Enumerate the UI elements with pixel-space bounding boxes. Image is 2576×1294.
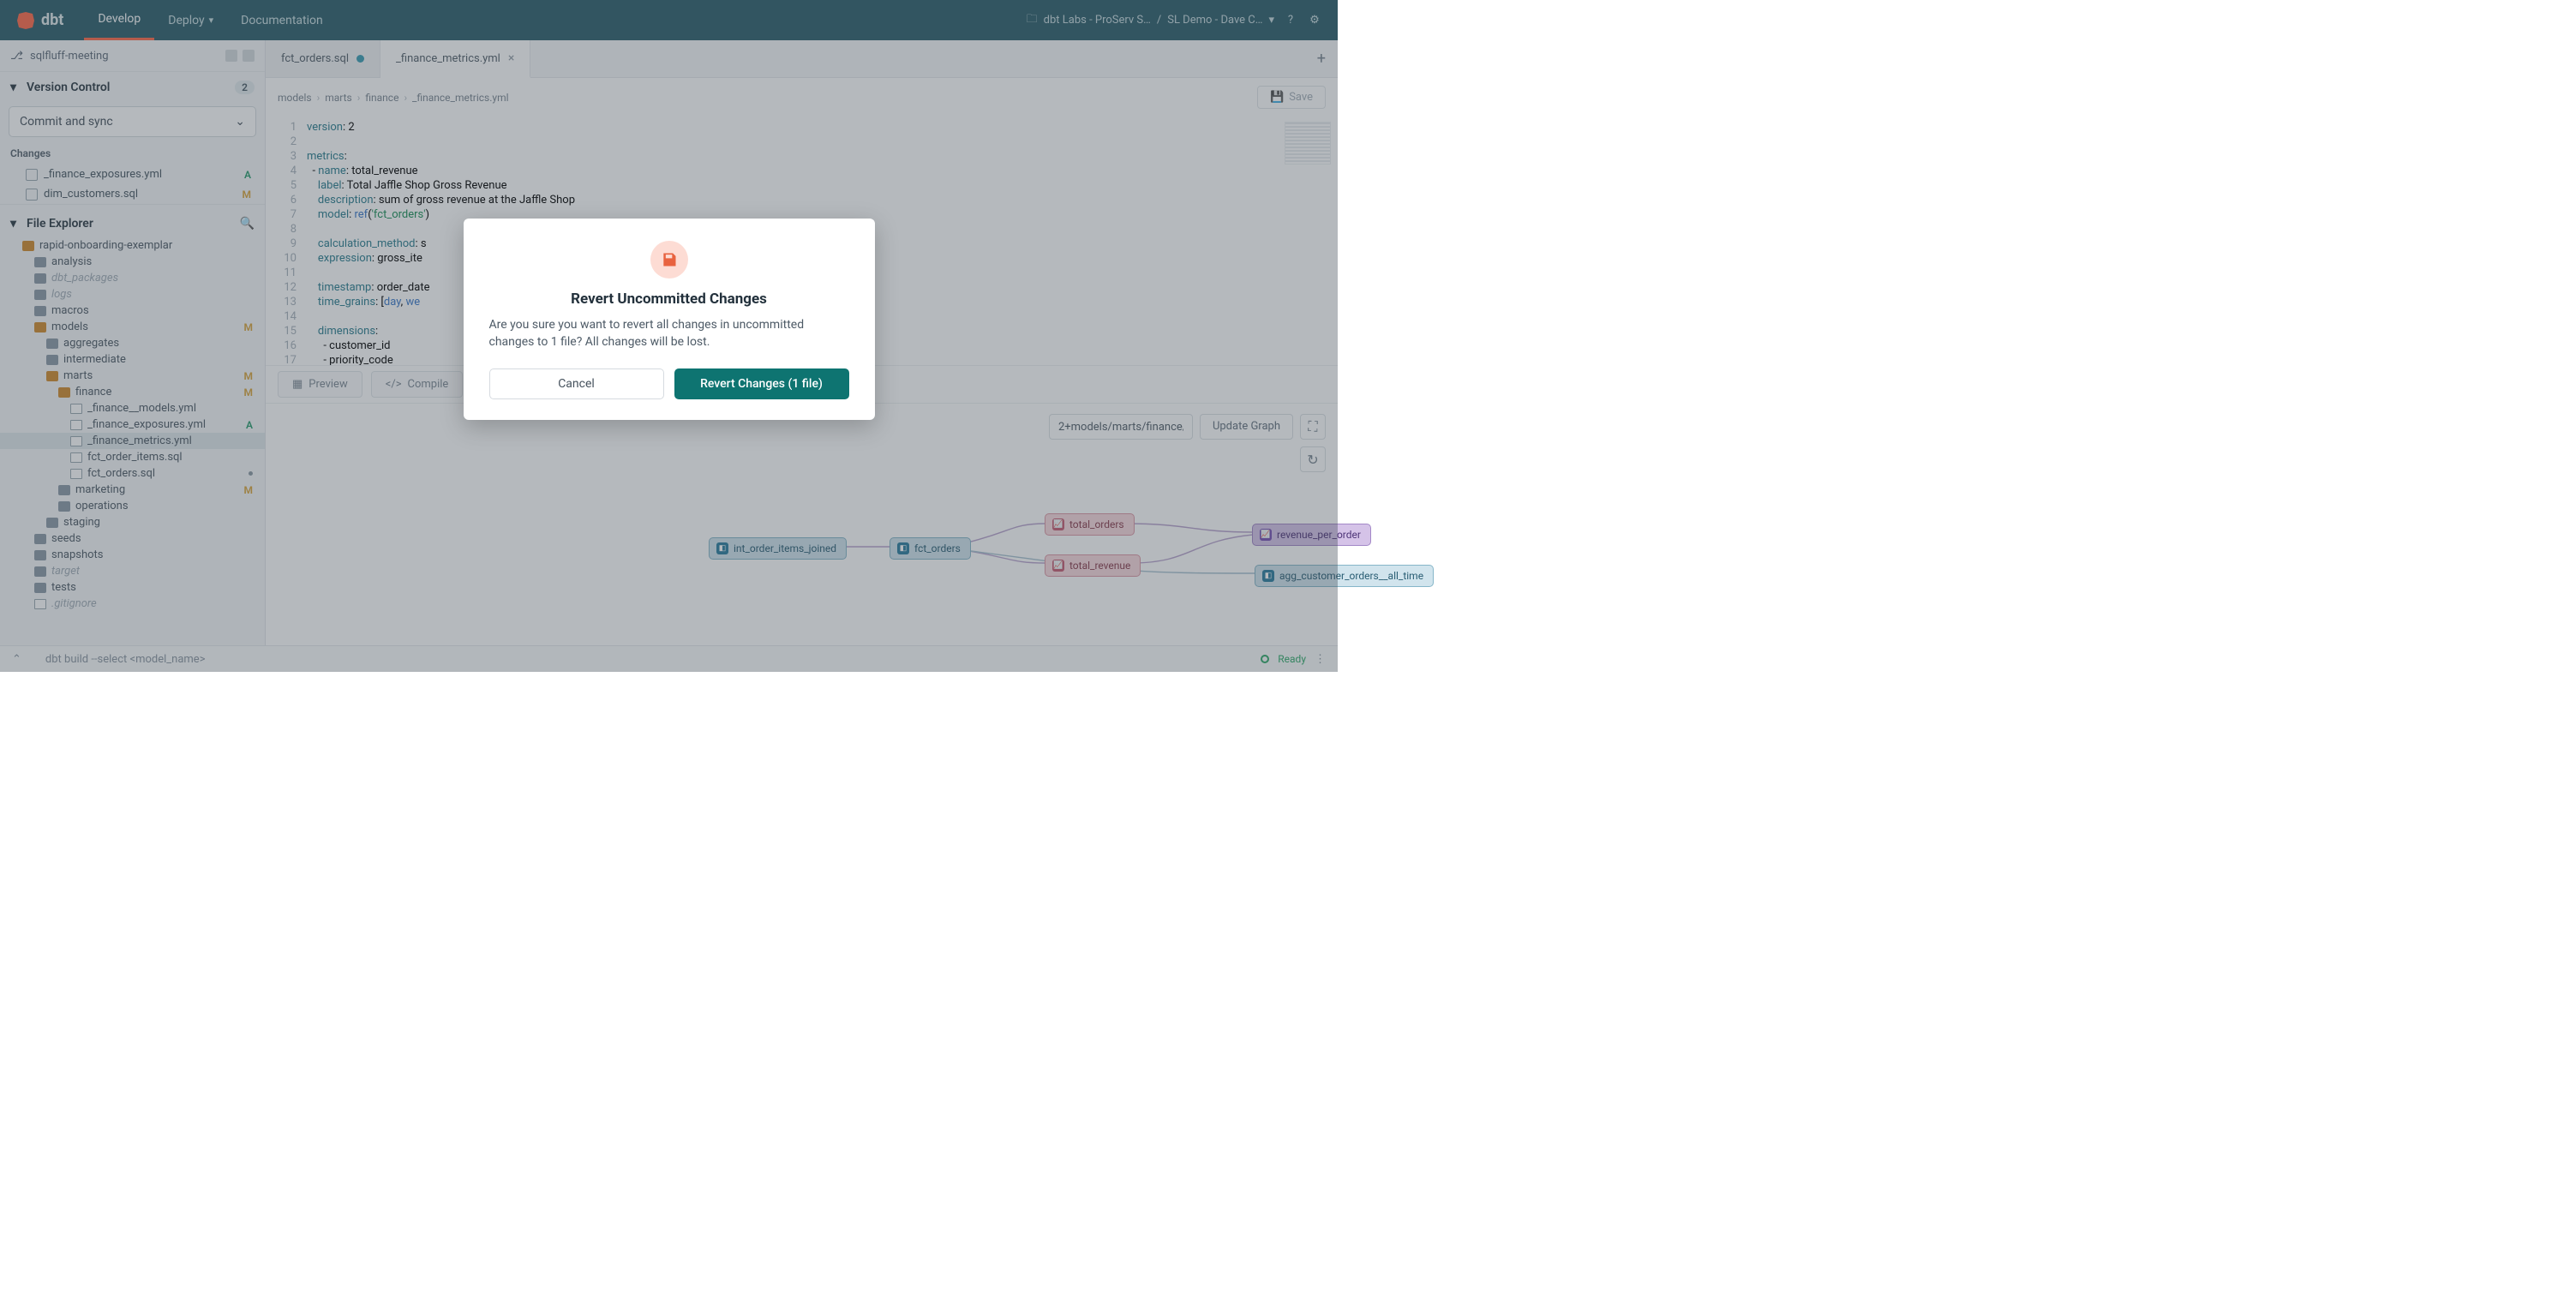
modal-overlay[interactable]: Revert Uncommitted Changes Are you sure … [0, 0, 1338, 672]
modal-title: Revert Uncommitted Changes [489, 291, 849, 308]
save-warning-icon [650, 241, 688, 279]
revert-changes-modal: Revert Uncommitted Changes Are you sure … [464, 219, 875, 420]
modal-body: Are you sure you want to revert all chan… [489, 316, 849, 351]
cancel-button[interactable]: Cancel [489, 368, 664, 399]
revert-confirm-button[interactable]: Revert Changes (1 file) [674, 368, 849, 399]
